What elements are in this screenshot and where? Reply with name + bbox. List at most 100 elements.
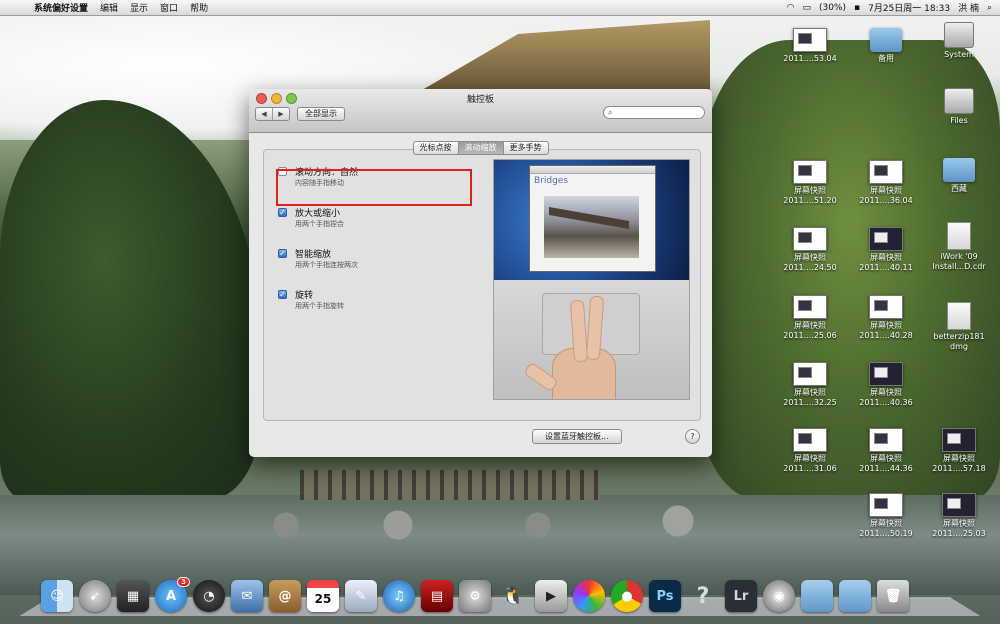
setup-bluetooth-trackpad-button[interactable]: 设置蓝牙触控板... (532, 429, 622, 444)
desktop-file-icon[interactable]: 屏幕快照 2011....40.11 (856, 227, 916, 273)
picasa-icon[interactable] (573, 580, 605, 612)
desktop-file-icon[interactable]: 屏幕快照 2011....40.28 (856, 295, 916, 341)
preview-heading: Bridges (534, 176, 569, 186)
battery-percent[interactable]: (30%) (819, 3, 846, 13)
address-book-icon[interactable]: @ (269, 580, 301, 612)
desktop-file-icon[interactable]: 屏幕快照 2011....24.50 (780, 227, 840, 273)
wifi-icon[interactable]: ◠ (787, 3, 795, 13)
window-titlebar[interactable]: 触控板 ◀ ▶ 全部显示 ⌕ (249, 89, 712, 133)
desktop-file-label: iWork '09 (940, 252, 978, 261)
zoom-checkbox[interactable]: ✓ (278, 208, 287, 217)
screenshot-thumbnail-icon (869, 295, 903, 319)
tab-scroll-zoom[interactable]: 滚动缩放 (458, 141, 504, 155)
menu-user[interactable]: 洪 楠 (958, 1, 979, 14)
screenshot-thumbnail-icon (869, 227, 903, 251)
desktop-file-icon[interactable]: System (929, 22, 989, 60)
finder-icon[interactable]: ☺ (41, 580, 73, 612)
documents-folder-icon[interactable] (839, 580, 871, 612)
forward-arrow-icon[interactable]: ▶ (272, 108, 289, 120)
desktop-file-label: 屏幕快照 (870, 519, 902, 528)
desktop-file-icon[interactable]: 屏幕快照 2011....57.18 (929, 428, 989, 474)
option-label: 滚动方向：自然 (295, 168, 359, 178)
menu-help[interactable]: 帮助 (190, 1, 208, 14)
desktop-file-icon[interactable]: 屏幕快照 2011....25.06 (780, 295, 840, 341)
option-rotate[interactable]: ✓ 旋转 用两个手指旋转 (272, 287, 482, 323)
tab-bar: 光标点按 滚动缩放 更多手势 (249, 141, 712, 155)
calendar-icon[interactable]: 25 (307, 580, 339, 612)
menu-clock[interactable]: 7月25日周一 18:33 (868, 1, 950, 14)
search-input[interactable] (612, 108, 699, 117)
desktop-file-icon[interactable]: 备用 (856, 28, 916, 64)
option-label: 放大或缩小 (295, 209, 341, 219)
desktop-file-icon[interactable]: Files (929, 88, 989, 126)
help-button[interactable]: ? (685, 429, 700, 444)
photoshop-icon[interactable]: Ps (649, 580, 681, 612)
wallpaper-trees (0, 100, 260, 500)
dashboard-icon[interactable]: ◔ (193, 580, 225, 612)
app-store-badge: 3 (177, 577, 190, 587)
desktop-file-icon[interactable]: 屏幕快照 2011....25.03 (929, 493, 989, 539)
preview-bridge-image (544, 196, 639, 258)
scroll-direction-checkbox[interactable] (278, 167, 287, 176)
menu-app-name[interactable]: 系统偏好设置 (34, 1, 88, 14)
help-viewer-icon[interactable]: ? (687, 580, 719, 612)
option-smart-zoom[interactable]: ✓ 智能缩放 用两个手指连按两次 (272, 246, 482, 282)
screenshot-camera-icon[interactable]: ◉ (763, 580, 795, 612)
smart-zoom-checkbox[interactable]: ✓ (278, 249, 287, 258)
desktop-file-icon[interactable]: 2011....53.04 (780, 28, 840, 64)
desktop-file-icon[interactable]: 西藏 (929, 158, 989, 194)
desktop-file-label: 2011....57.18 (932, 464, 986, 473)
desktop-file-icon[interactable]: 屏幕快照 2011....31.06 (780, 428, 840, 474)
wallpaper-temple-roof (422, 20, 710, 90)
desktop-file-icon[interactable]: 屏幕快照 2011....40.36 (856, 362, 916, 408)
launchpad-icon[interactable]: ➹ (79, 580, 111, 612)
desktop-file-icon[interactable]: betterzip181 dmg (929, 302, 989, 352)
qq-icon[interactable]: 🐧 (497, 580, 529, 612)
option-description: 用两个手指连按两次 (295, 261, 358, 269)
photo-booth-icon[interactable]: ▤ (421, 580, 453, 612)
trash-icon[interactable]: 🗑 (877, 580, 909, 612)
desktop-file-icon[interactable]: 屏幕快照 2011....50.19 (856, 493, 916, 539)
preview-window: Bridges (529, 165, 656, 272)
downloads-folder-icon[interactable] (801, 580, 833, 612)
rotate-checkbox[interactable]: ✓ (278, 290, 287, 299)
battery-icon[interactable]: ▭ (802, 3, 811, 13)
screenshot-thumbnail-icon (869, 428, 903, 452)
wallpaper-deck (300, 470, 600, 500)
spotlight-icon[interactable]: ⌕ (987, 3, 992, 13)
desktop-file-label: dmg (950, 342, 968, 351)
desktop-file-icon[interactable]: 屏幕快照 2011....44.36 (856, 428, 916, 474)
show-all-button[interactable]: 全部显示 (297, 107, 345, 121)
desktop-file-icon[interactable]: iWork '09 Install...D.cdr (929, 222, 989, 272)
option-zoom[interactable]: ✓ 放大或缩小 用两个手指捏合 (272, 205, 482, 241)
system-preferences-icon[interactable]: ⚙ (459, 580, 491, 612)
menu-edit[interactable]: 编辑 (100, 1, 118, 14)
back-arrow-icon[interactable]: ◀ (256, 108, 272, 120)
mission-control-icon[interactable]: ▦ (117, 580, 149, 612)
desktop-file-label: 2011....36.04 (859, 196, 913, 205)
app-store-icon[interactable]: A3 (155, 577, 190, 612)
mail-icon[interactable]: ✉ (231, 580, 263, 612)
option-description: 用两个手指旋转 (295, 302, 344, 310)
desktop-file-icon[interactable]: 屏幕快照 2011....51.20 (780, 160, 840, 206)
chrome-icon[interactable]: ● (611, 580, 643, 612)
menu-view[interactable]: 显示 (130, 1, 148, 14)
desktop-file-label: 2011....32.25 (783, 398, 837, 407)
tab-point-click[interactable]: 光标点按 (412, 141, 459, 155)
itunes-icon[interactable]: ♫ (383, 580, 415, 612)
search-field: ⌕ (603, 106, 705, 119)
desktop-file-label: Install...D.cdr (932, 262, 986, 271)
screenshot-thumbnail-icon (869, 493, 903, 517)
preview-app-icon[interactable]: ✎ (345, 580, 377, 612)
option-label: 智能缩放 (295, 250, 332, 260)
tab-more-gestures[interactable]: 更多手势 (503, 141, 549, 155)
flag-icon[interactable]: ▪ (854, 3, 860, 13)
option-scroll-direction[interactable]: 滚动方向：自然 内容随手指移动 (272, 164, 482, 200)
dvd-player-icon[interactable]: ▶ (535, 580, 567, 612)
desktop-file-label: 2011....53.04 (783, 54, 837, 63)
lightroom-icon[interactable]: Lr (725, 580, 757, 612)
menu-window[interactable]: 窗口 (160, 1, 178, 14)
desktop-file-icon[interactable]: 屏幕快照 2011....32.25 (780, 362, 840, 408)
desktop-file-icon[interactable]: 屏幕快照 2011....36.04 (856, 160, 916, 206)
document-icon (947, 222, 971, 250)
